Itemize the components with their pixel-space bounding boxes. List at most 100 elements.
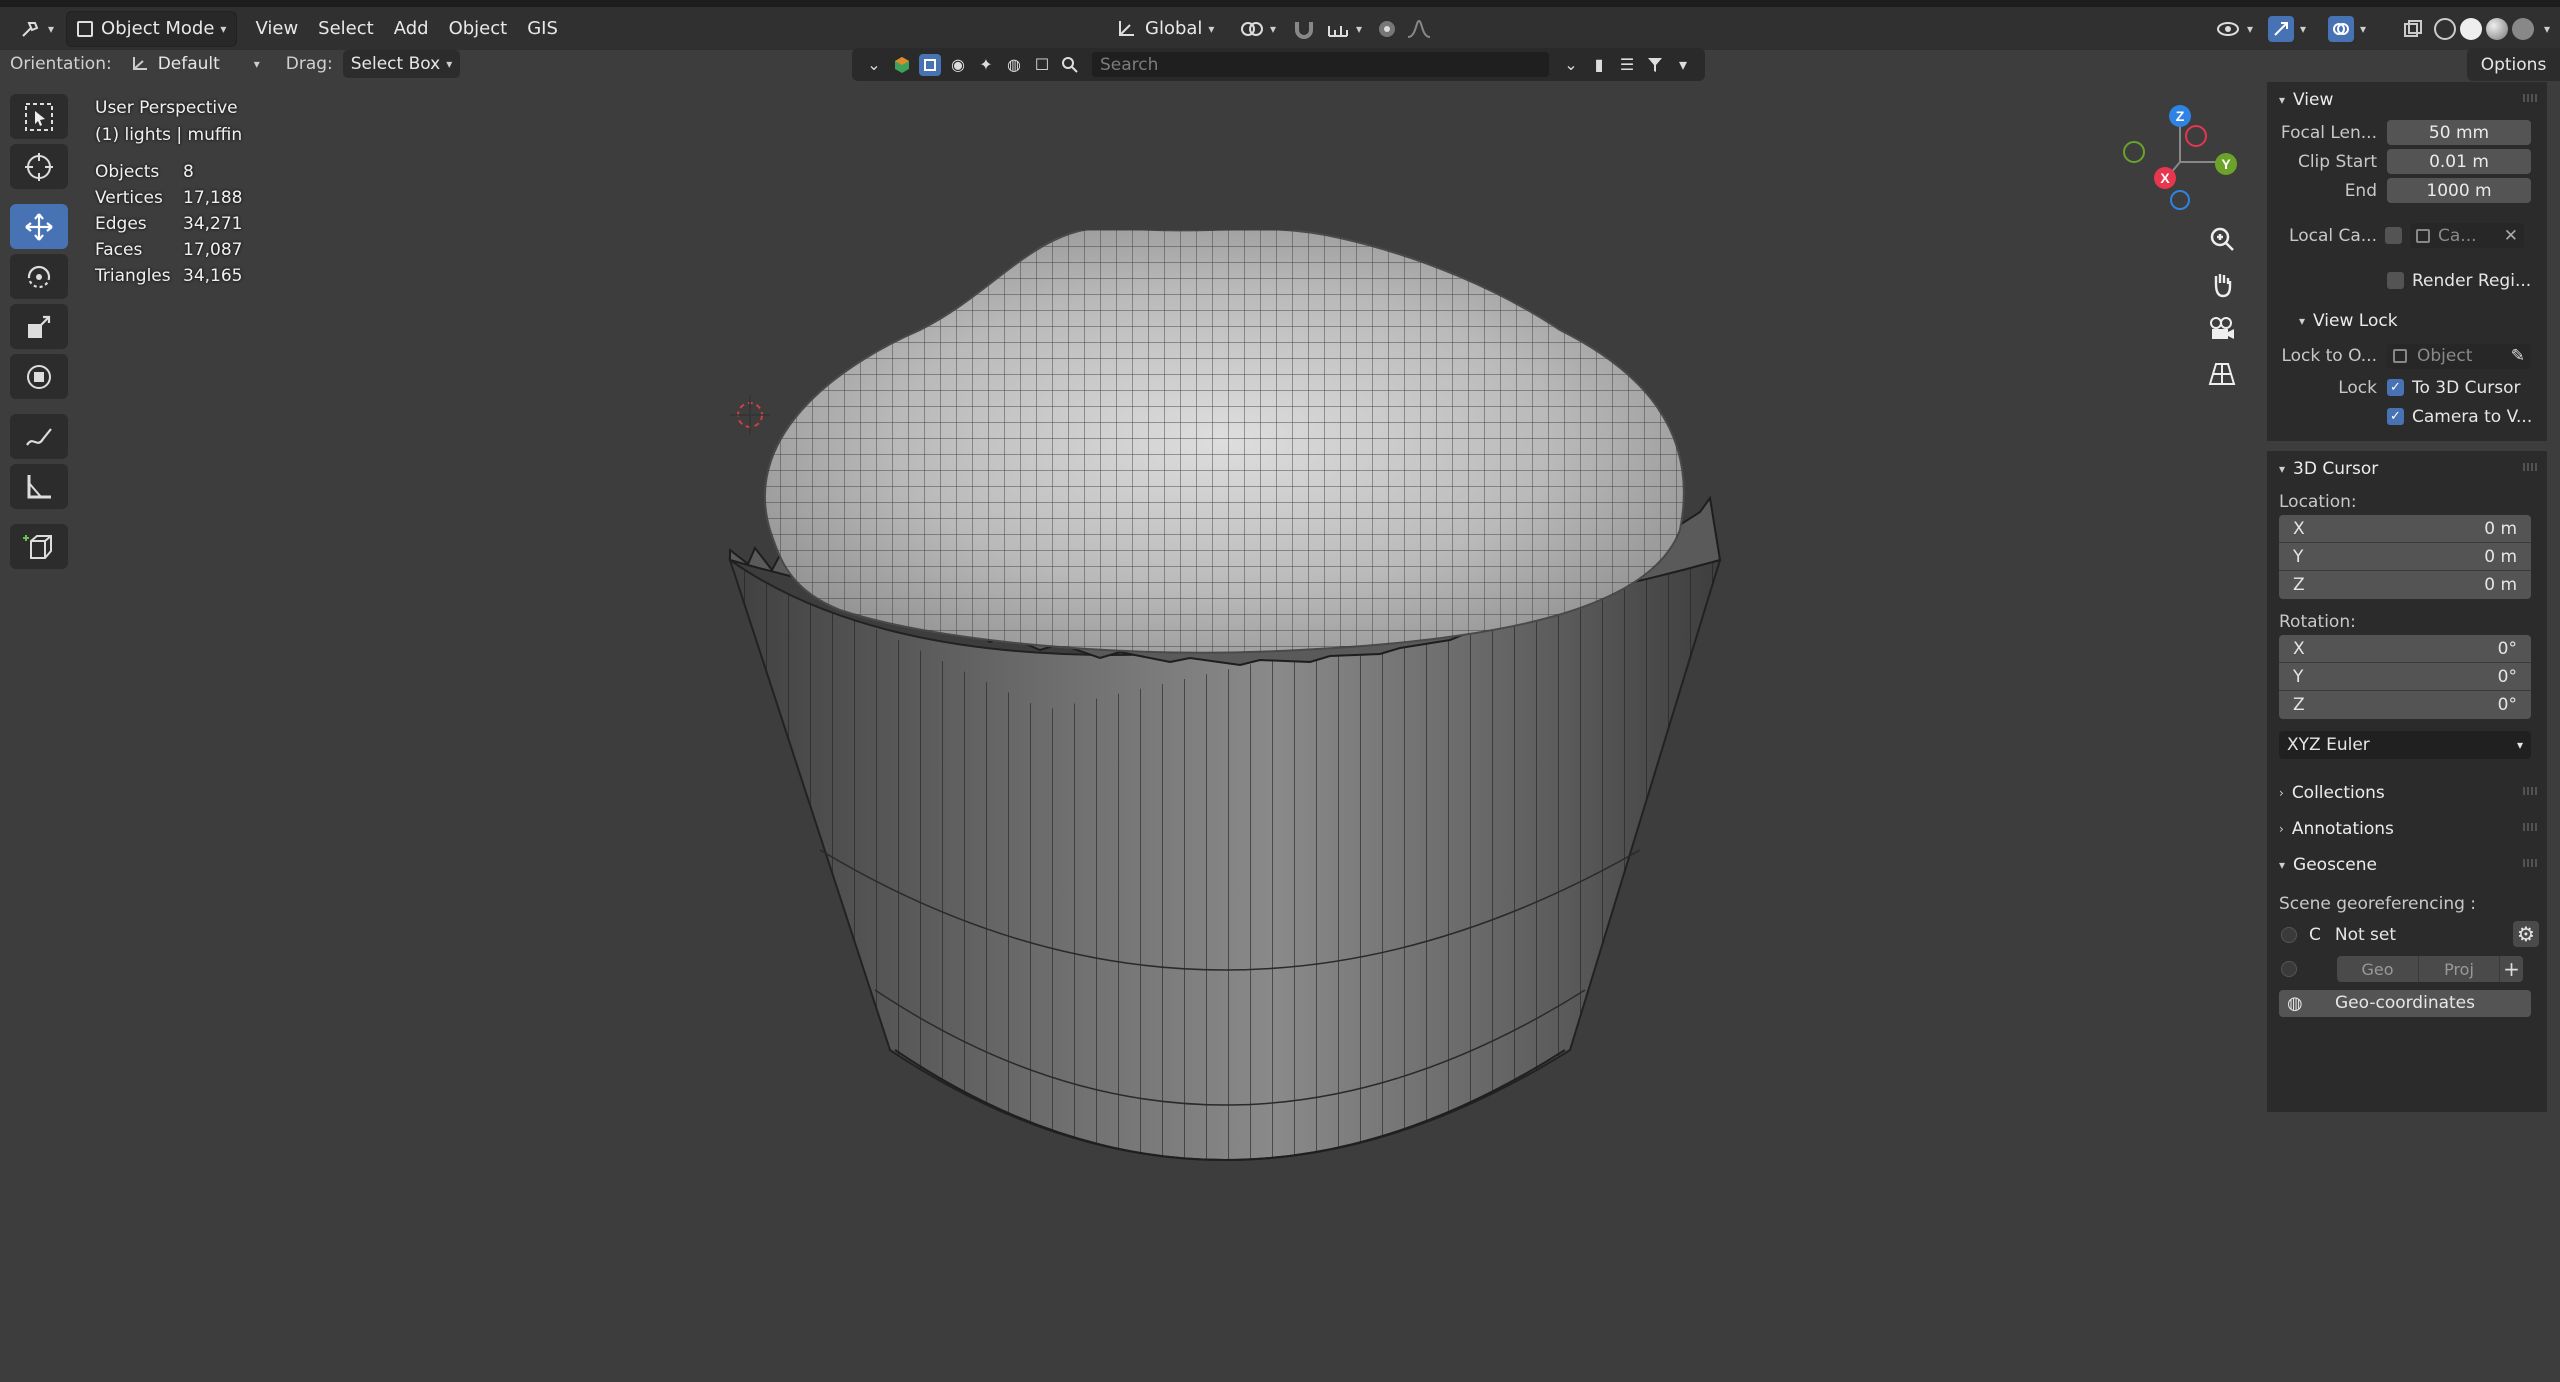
menu-view[interactable]: View — [245, 11, 308, 47]
camera-to-view-checkbox[interactable]: ✓ — [2387, 408, 2404, 425]
eyedropper-icon[interactable]: ✎ — [2511, 346, 2525, 366]
proj-button[interactable]: Proj — [2418, 956, 2499, 982]
rotation-y-field[interactable]: Y 0° — [2279, 663, 2531, 691]
gear-icon[interactable]: ⚙ — [2513, 921, 2539, 947]
render-region-checkbox[interactable] — [2387, 272, 2404, 289]
visibility-dropdown[interactable]: ▾ — [2205, 11, 2263, 47]
menu-select[interactable]: Select — [308, 11, 384, 47]
select-box-icon[interactable] — [919, 53, 941, 76]
collections-header[interactable]: › Collections — [2267, 775, 2547, 811]
annotations-header[interactable]: › Annotations — [2267, 811, 2547, 847]
snap-target-dropdown[interactable]: ▾ — [1316, 11, 1372, 47]
stat-row: Vertices 17,188 — [95, 185, 242, 211]
add-cube-icon — [23, 534, 52, 559]
scene-collection-icon[interactable] — [891, 54, 913, 76]
funnel-icon[interactable] — [1644, 54, 1666, 76]
menu-add[interactable]: Add — [384, 11, 439, 47]
rotate-tool[interactable] — [10, 254, 68, 299]
add-cube-tool[interactable] — [10, 524, 68, 569]
xray-toggle[interactable] — [2398, 11, 2428, 47]
view-panel-header[interactable]: ▾ View — [2267, 82, 2547, 118]
transform-tool[interactable] — [10, 354, 68, 399]
stat-label: Triangles — [95, 266, 171, 286]
wireframe-shading-icon[interactable] — [2434, 17, 2456, 40]
mode-dropdown[interactable]: Object Mode ▾ — [66, 10, 238, 47]
orientation-dropdown[interactable]: Default ▾ — [122, 50, 268, 78]
local-camera-field[interactable]: Ca... ✕ — [2410, 223, 2524, 248]
display-mode-icon[interactable]: ☰ — [1616, 54, 1638, 76]
gizmo-toggle[interactable]: ▾ — [2258, 11, 2316, 47]
zoom-button[interactable] — [2203, 220, 2241, 258]
collapse-chevron-icon[interactable]: ⌄ — [863, 54, 885, 76]
search-input[interactable]: Search — [1092, 52, 1549, 77]
perspective-toggle-button[interactable] — [2203, 355, 2241, 393]
measure-tool[interactable] — [10, 464, 68, 509]
add-icon[interactable]: + — [2499, 956, 2523, 982]
pivot-point-dropdown[interactable]: ▾ — [1230, 11, 1286, 47]
editor-type-dropdown[interactable]: ▾ — [14, 11, 60, 47]
bookmark-icon[interactable]: ▮ — [1588, 54, 1610, 76]
chevron-down-icon[interactable]: ▾ — [2544, 22, 2550, 36]
rotation-mode-dropdown[interactable]: XYZ Euler ▾ — [2279, 731, 2531, 759]
drag-grip-icon[interactable] — [2523, 823, 2537, 831]
select-box-tool[interactable] — [10, 94, 68, 139]
geo-coordinates-button[interactable]: ◍ Geo-coordinates — [2279, 989, 2531, 1017]
neg-y-axis-handle[interactable] — [2123, 141, 2145, 163]
sidebar-panel: ▾ View Focal Len... 50 mm Clip Start 0.0… — [2267, 82, 2547, 1112]
axis-value: 0° — [2497, 666, 2517, 687]
drag-grip-icon[interactable] — [2523, 463, 2537, 471]
hand-filter-icon[interactable]: ☐ — [1031, 54, 1053, 76]
material-filter-icon[interactable]: ◍ — [1003, 54, 1025, 76]
view-lock-header[interactable]: ▾ View Lock — [2267, 303, 2547, 339]
navigation-gizmo[interactable]: Z Y X — [2110, 100, 2250, 210]
location-z-field[interactable]: Z 0 m — [2279, 571, 2531, 599]
focal-length-field[interactable]: 50 mm — [2387, 120, 2531, 145]
local-camera-checkbox[interactable] — [2385, 227, 2402, 244]
cursor-tool[interactable] — [10, 144, 68, 189]
material-shading-icon[interactable] — [2486, 17, 2508, 40]
chevron-down-icon[interactable]: ▾ — [1672, 54, 1694, 76]
scale-tool[interactable] — [10, 304, 68, 349]
crs-c-label: C — [2309, 925, 2321, 945]
rotation-x-field[interactable]: X 0° — [2279, 635, 2531, 663]
viewport-mesh[interactable] — [700, 230, 1750, 1250]
menu-gis[interactable]: GIS — [517, 11, 568, 47]
to-3d-cursor-checkbox[interactable]: ✓ — [2387, 379, 2404, 396]
solid-shading-icon[interactable] — [2460, 17, 2482, 40]
rotation-z-field[interactable]: Z 0° — [2279, 691, 2531, 719]
drag-grip-icon[interactable] — [2523, 94, 2537, 102]
rendered-shading-icon[interactable] — [2512, 17, 2534, 40]
geo-button[interactable]: Geo — [2337, 956, 2418, 982]
modifier-filter-icon[interactable]: ✦ — [975, 54, 997, 76]
mode-label: Object Mode — [101, 18, 215, 39]
neg-z-axis-handle[interactable] — [2170, 190, 2190, 210]
object-filter-icon[interactable]: ◉ — [947, 54, 969, 76]
annotate-tool[interactable] — [10, 414, 68, 459]
menu-object[interactable]: Object — [439, 11, 518, 47]
drag-dropdown[interactable]: Select Box ▾ — [342, 50, 461, 78]
geoscene-header[interactable]: ▾ Geoscene — [2267, 847, 2547, 883]
3d-cursor-icon[interactable] — [730, 395, 770, 435]
pan-button[interactable] — [2203, 265, 2241, 303]
drag-grip-icon[interactable] — [2523, 787, 2537, 795]
camera-view-button[interactable] — [2203, 310, 2241, 348]
clip-end-field[interactable]: 1000 m — [2387, 178, 2531, 203]
axis-value: 0° — [2497, 695, 2517, 715]
search-icon — [1059, 54, 1081, 76]
clear-icon[interactable]: ✕ — [2504, 226, 2518, 246]
rotation-label: Rotation: — [2279, 612, 2356, 632]
overlays-toggle[interactable]: ▾ — [2318, 11, 2376, 47]
options-button[interactable]: Options — [2467, 48, 2560, 81]
filter-dropdown-icon[interactable]: ⌄ — [1560, 54, 1582, 76]
rotation-fields: X 0° Y 0° Z 0° — [2279, 635, 2531, 719]
drag-grip-icon[interactable] — [2523, 859, 2537, 867]
location-y-field[interactable]: Y 0 m — [2279, 543, 2531, 571]
neg-x-axis-handle[interactable] — [2185, 125, 2207, 147]
lock-to-object-field[interactable]: Object ✎ — [2387, 343, 2531, 369]
location-x-field[interactable]: X 0 m — [2279, 515, 2531, 543]
transform-orientation-dropdown[interactable]: Global ▾ — [1105, 11, 1224, 47]
falloff-dropdown[interactable] — [1396, 11, 1442, 47]
move-tool[interactable] — [10, 204, 68, 249]
3d-cursor-header[interactable]: ▾ 3D Cursor — [2267, 451, 2547, 487]
clip-start-field[interactable]: 0.01 m — [2387, 149, 2531, 174]
